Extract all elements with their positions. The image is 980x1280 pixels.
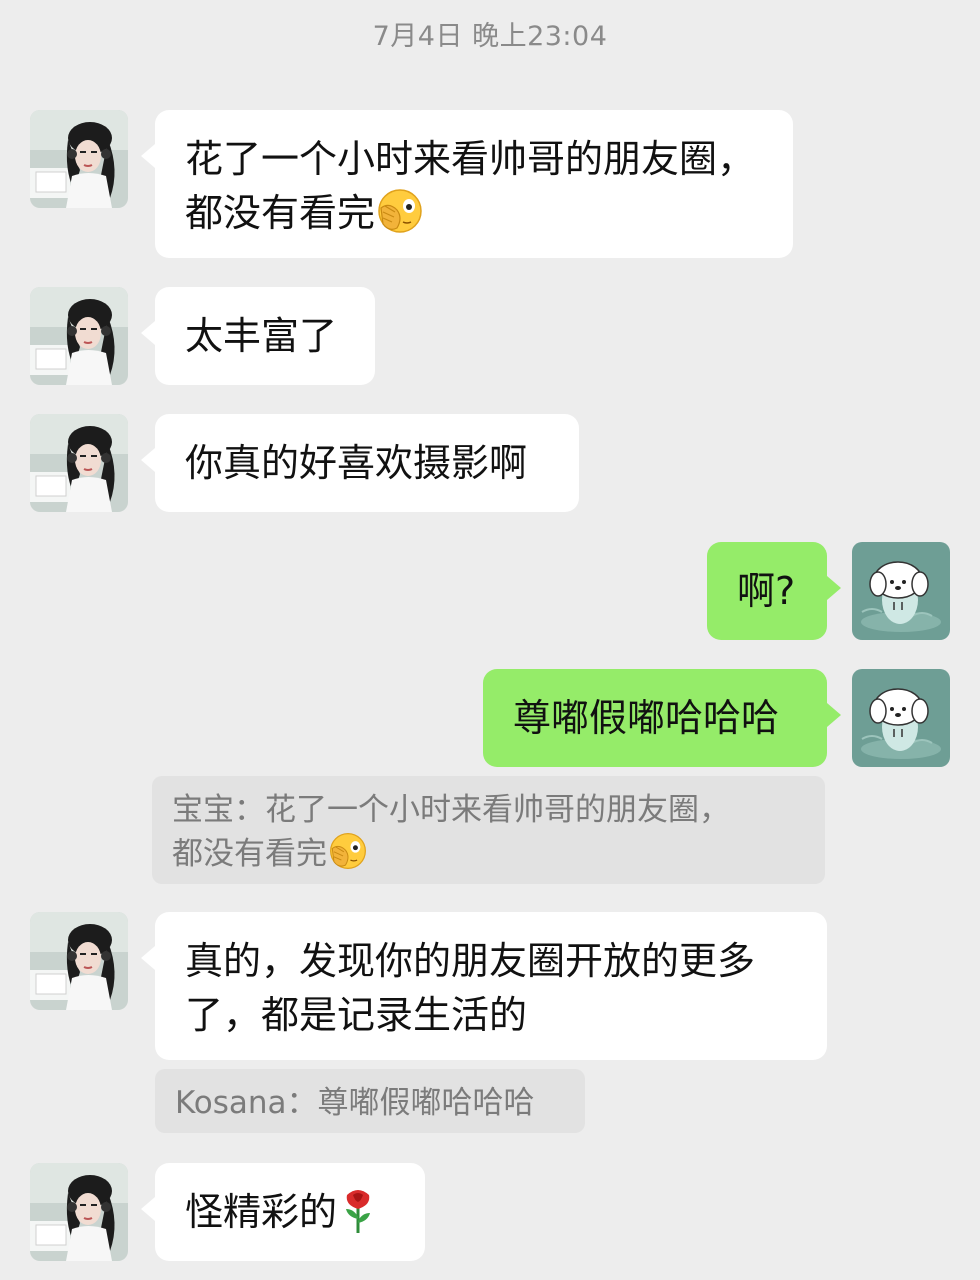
contact-avatar[interactable] [30,287,128,385]
girl-avatar-image [30,110,128,208]
quote-text-line2: 都没有看完 [172,836,327,872]
incoming-message-bubble[interactable]: 花了一个小时来看帅哥的朋友圈， 都没有看完 [141,110,793,258]
message-text-line2: 都没有看完 [185,191,376,235]
quote-text: 宝宝：花了一个小时来看帅哥的朋友圈， [172,792,730,828]
my-avatar[interactable] [852,669,950,767]
puppy-avatar-image [852,542,950,640]
quote-text: Kosana：尊嘟假嘟哈哈哈 [175,1085,535,1121]
message-text: 你真的好喜欢摄影啊 [185,441,528,485]
message-timestamp: 7月4日 晚上23:04 [372,21,608,52]
message-text: 太丰富了 [185,314,338,358]
incoming-message-bubble[interactable]: 你真的好喜欢摄影啊 [141,414,579,512]
message-text: 花了一个小时来看帅哥的朋友圈， [185,137,756,181]
contact-avatar[interactable] [30,912,128,1010]
contact-avatar[interactable] [30,1163,128,1261]
my-avatar[interactable] [852,542,950,640]
message-text-line2: 了，都是记录生活的 [185,993,528,1037]
face-with-hand-over-eye-emoji [329,832,367,870]
incoming-message-bubble[interactable]: 怪精彩的 [141,1163,425,1261]
incoming-message-bubble[interactable]: 真的，发现你的朋友圈开放的更多 了，都是记录生活的 [141,912,827,1060]
contact-avatar[interactable] [30,110,128,208]
message-text: 啊? [737,569,796,613]
girl-avatar-image [30,414,128,512]
face-with-hand-over-eye-emoji [377,188,423,234]
girl-avatar-image [30,1163,128,1261]
message-text: 怪精彩的 [185,1190,338,1234]
puppy-avatar-image [852,669,950,767]
contact-avatar[interactable] [30,414,128,512]
girl-avatar-image [30,287,128,385]
girl-avatar-image [30,912,128,1010]
message-text: 真的，发现你的朋友圈开放的更多 [185,939,756,983]
message-text: 尊嘟假嘟哈哈哈 [513,696,780,740]
quoted-message[interactable]: Kosana：尊嘟假嘟哈哈哈 [155,1069,585,1133]
outgoing-message-bubble[interactable]: 尊嘟假嘟哈哈哈 [483,669,841,767]
quoted-message[interactable]: 宝宝：花了一个小时来看帅哥的朋友圈， 都没有看完 [152,776,825,884]
rose-emoji [341,1187,375,1235]
outgoing-message-bubble[interactable]: 啊? [707,542,841,640]
incoming-message-bubble[interactable]: 太丰富了 [141,287,375,385]
